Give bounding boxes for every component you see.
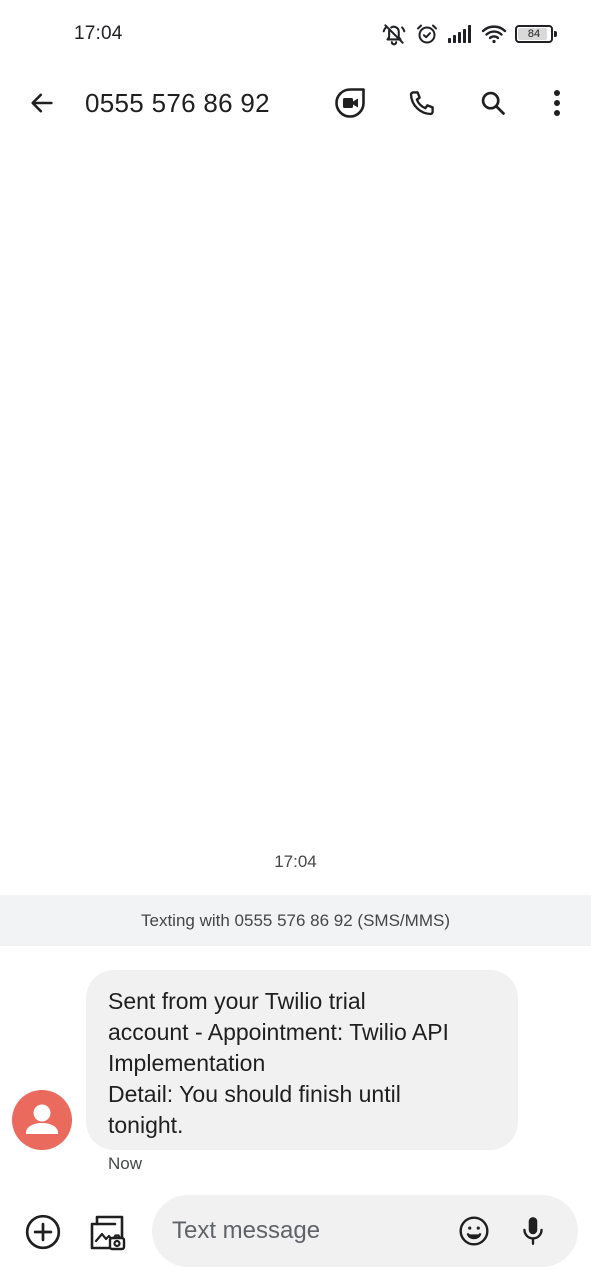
emoji-icon <box>459 1216 489 1246</box>
message-line: Detail: You should finish until <box>108 1081 401 1107</box>
silent-icon <box>381 21 407 47</box>
message-timestamp: 17:04 <box>274 852 317 871</box>
person-icon <box>26 1104 58 1134</box>
phone-icon <box>409 91 434 116</box>
contact-title: 0555 576 86 92 <box>85 88 270 118</box>
gallery-button[interactable] <box>83 1208 131 1256</box>
wifi-icon <box>481 23 507 45</box>
message-line: Sent from your Twilio trial <box>108 988 366 1014</box>
texting-banner-text: Texting with 0555 576 86 92 (SMS/MMS) <box>141 910 450 930</box>
message-input[interactable] <box>172 1195 442 1267</box>
incoming-message-bubble[interactable]: Sent from your Twilio trial account - Ap… <box>86 970 518 1150</box>
add-attachment-button[interactable] <box>19 1208 67 1256</box>
video-call-icon <box>335 88 365 118</box>
status-time: 17:04 <box>74 23 123 44</box>
voice-input-button[interactable] <box>509 1207 557 1255</box>
top-app-bar: 0555 576 86 92 <box>0 70 591 136</box>
more-vert-icon <box>554 90 560 116</box>
video-call-button[interactable] <box>326 79 374 127</box>
texting-banner: Texting with 0555 576 86 92 (SMS/MMS) <box>0 895 591 946</box>
message-line: account - Appointment: Twilio API <box>108 1019 449 1045</box>
mic-icon <box>523 1217 543 1245</box>
call-button[interactable] <box>398 79 446 127</box>
message-line: tonight. <box>108 1112 184 1138</box>
emoji-button[interactable] <box>450 1207 498 1255</box>
contact-avatar[interactable] <box>12 1090 72 1150</box>
back-button[interactable] <box>18 79 66 127</box>
battery-level: 84 <box>527 28 541 40</box>
gallery-icon <box>90 1215 126 1251</box>
more-options-button[interactable] <box>533 79 581 127</box>
message-status: Now <box>108 1154 143 1173</box>
status-bar: 17:04 84 <box>0 0 591 68</box>
alarm-icon <box>415 22 439 46</box>
battery-icon: 84 <box>515 25 557 43</box>
compose-field <box>152 1195 578 1267</box>
add-circle-icon <box>25 1214 61 1250</box>
message-line: Implementation <box>108 1050 266 1076</box>
search-button[interactable] <box>469 79 517 127</box>
back-arrow-icon <box>31 93 53 113</box>
signal-icon <box>447 24 473 44</box>
search-icon <box>481 91 505 115</box>
messages-screen: 17:04 84 0555 576 86 92 17:04 Texting wi… <box>0 0 591 1280</box>
status-icons: 84 <box>381 20 557 48</box>
